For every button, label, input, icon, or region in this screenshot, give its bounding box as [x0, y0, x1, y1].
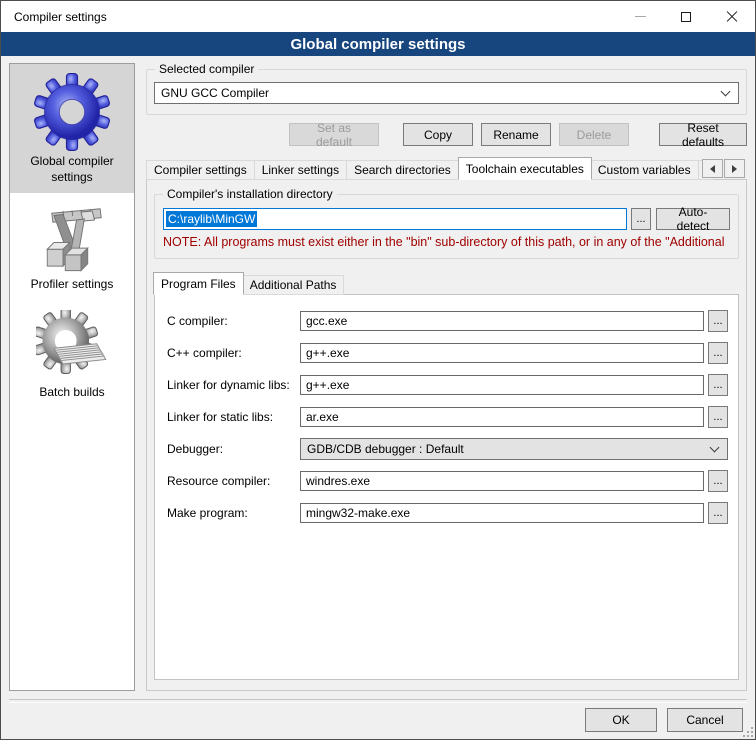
- chevron-down-icon: [721, 87, 731, 97]
- field-label: Linker for static libs:: [167, 410, 300, 424]
- cpp-compiler-input[interactable]: [300, 343, 704, 363]
- c-compiler-input[interactable]: [300, 311, 704, 331]
- maximize-icon: [681, 12, 691, 22]
- toolchain-executables-page: Compiler's installation directory C:\ray…: [146, 179, 747, 691]
- reset-defaults-button[interactable]: Reset defaults: [659, 123, 747, 146]
- cpp-compiler-browse-button[interactable]: ...: [708, 342, 728, 364]
- make-program-browse-button[interactable]: ...: [708, 502, 728, 524]
- tab-additional-paths[interactable]: Additional Paths: [243, 275, 345, 295]
- static-linker-input[interactable]: [300, 407, 704, 427]
- gray-gear-stack-icon: [36, 310, 108, 382]
- installation-directory-input[interactable]: C:\raylib\MinGW: [163, 208, 627, 230]
- bin-subdirectory-note: NOTE: All programs must exist either in …: [163, 235, 730, 249]
- resize-grip[interactable]: [743, 727, 753, 737]
- copy-button[interactable]: Copy: [403, 123, 473, 146]
- minimize-icon: [635, 16, 646, 17]
- selected-compiler-group-label: Selected compiler: [155, 62, 258, 76]
- selected-compiler-group: Selected compiler GNU GCC Compiler: [146, 69, 747, 115]
- ok-button[interactable]: OK: [585, 708, 657, 732]
- field-row-make-program: Make program: ...: [167, 502, 728, 524]
- resource-compiler-browse-button[interactable]: ...: [708, 470, 728, 492]
- sidebar-item-label: Global compiler settings: [30, 154, 113, 184]
- make-program-input[interactable]: [300, 503, 704, 523]
- field-label: Linker for dynamic libs:: [167, 378, 300, 392]
- installation-directory-group: Compiler's installation directory C:\ray…: [154, 194, 739, 259]
- program-files-tabbar: Program Files Additional Paths: [154, 272, 739, 295]
- caption-buttons: [617, 1, 755, 32]
- static-linker-browse-button[interactable]: ...: [708, 406, 728, 428]
- sidebar-item-global-compiler-settings[interactable]: Global compiler settings: [10, 64, 134, 193]
- auto-detect-button[interactable]: Auto-detect: [656, 208, 730, 230]
- arrow-right-icon: [732, 165, 737, 173]
- sidebar-item-label: Profiler settings: [31, 277, 114, 291]
- compiler-actions: Set as default Copy Rename Delete Reset …: [146, 123, 747, 146]
- caliper-icon: [36, 202, 108, 274]
- tab-compiler-settings[interactable]: Compiler settings: [146, 160, 255, 180]
- field-row-static-linker: Linker for static libs: ...: [167, 406, 728, 428]
- sidebar-item-batch-builds[interactable]: Batch builds: [10, 301, 134, 409]
- compiler-settings-dialog: Compiler settings Global compiler settin…: [0, 0, 756, 740]
- maximize-button[interactable]: [663, 1, 709, 32]
- dialog-body: Global compiler settings: [1, 56, 755, 699]
- minimize-button[interactable]: [617, 1, 663, 32]
- compiler-select[interactable]: GNU GCC Compiler: [154, 82, 739, 104]
- field-row-c-compiler: C compiler: ...: [167, 310, 728, 332]
- compiler-select-value: GNU GCC Compiler: [161, 86, 269, 100]
- program-files-page: C compiler: ... C++ compiler: ... Linker…: [154, 294, 739, 680]
- cancel-button[interactable]: Cancel: [667, 708, 743, 732]
- debugger-select-value: GDB/CDB debugger : Default: [307, 442, 464, 456]
- field-row-cpp-compiler: C++ compiler: ...: [167, 342, 728, 364]
- delete-button[interactable]: Delete: [559, 123, 629, 146]
- blue-gear-icon: [33, 73, 111, 151]
- field-row-dynamic-linker: Linker for dynamic libs: ...: [167, 374, 728, 396]
- dialog-header: Global compiler settings: [1, 32, 755, 56]
- field-label: C compiler:: [167, 314, 300, 328]
- tab-toolchain-executables[interactable]: Toolchain executables: [458, 157, 592, 180]
- tab-linker-settings[interactable]: Linker settings: [255, 160, 347, 180]
- window-title: Compiler settings: [14, 10, 107, 24]
- main-panel: Selected compiler GNU GCC Compiler Set a…: [146, 63, 747, 691]
- tab-program-files[interactable]: Program Files: [153, 272, 244, 295]
- settings-category-list: Global compiler settings: [9, 63, 135, 691]
- field-row-debugger: Debugger: GDB/CDB debugger : Default: [167, 438, 728, 460]
- sidebar-item-profiler-settings[interactable]: Profiler settings: [10, 193, 134, 301]
- installation-directory-selected-text: C:\raylib\MinGW: [166, 211, 257, 227]
- installation-directory-browse-button[interactable]: ...: [631, 208, 651, 230]
- tab-custom-variables[interactable]: Custom variables: [591, 160, 699, 180]
- chevron-down-icon: [710, 443, 720, 453]
- rename-button[interactable]: Rename: [481, 123, 551, 146]
- c-compiler-browse-button[interactable]: ...: [708, 310, 728, 332]
- field-label: Debugger:: [167, 442, 300, 456]
- arrow-left-icon: [710, 165, 715, 173]
- debugger-select[interactable]: GDB/CDB debugger : Default: [300, 438, 728, 460]
- field-label: Make program:: [167, 506, 300, 520]
- tab-scroll-right-button[interactable]: [724, 159, 745, 178]
- close-button[interactable]: [709, 1, 755, 32]
- tab-scroll-left-button[interactable]: [702, 159, 723, 178]
- tab-search-directories[interactable]: Search directories: [347, 160, 459, 180]
- program-files-notebook: Program Files Additional Paths C compile…: [154, 272, 739, 680]
- titlebar: Compiler settings: [1, 1, 755, 32]
- installation-directory-group-label: Compiler's installation directory: [163, 187, 337, 201]
- dynamic-linker-input[interactable]: [300, 375, 704, 395]
- set-as-default-button[interactable]: Set as default: [289, 123, 379, 146]
- sidebar-item-label: Batch builds: [39, 385, 104, 399]
- field-row-resource-compiler: Resource compiler: ...: [167, 470, 728, 492]
- dynamic-linker-browse-button[interactable]: ...: [708, 374, 728, 396]
- field-label: C++ compiler:: [167, 346, 300, 360]
- field-label: Resource compiler:: [167, 474, 300, 488]
- close-icon: [726, 11, 738, 23]
- resource-compiler-input[interactable]: [300, 471, 704, 491]
- settings-tabbar: Compiler settings Linker settings Search…: [146, 157, 747, 180]
- dialog-footer: OK Cancel: [1, 699, 755, 739]
- tab-scroll-arrows: [701, 159, 745, 178]
